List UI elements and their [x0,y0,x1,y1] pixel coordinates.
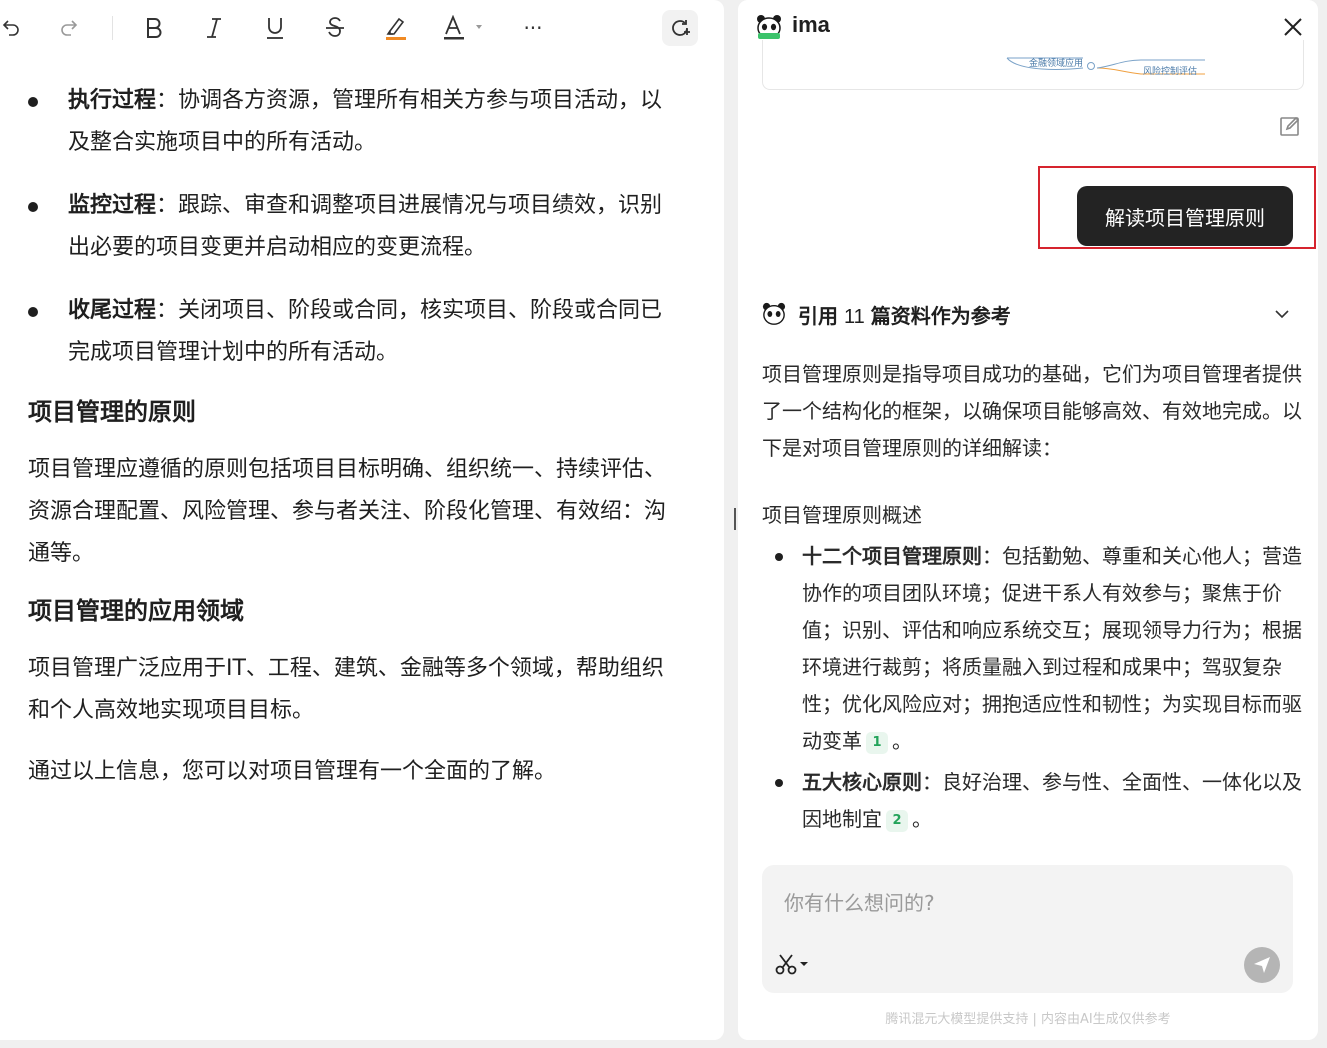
bullet-icon [28,202,38,212]
references-prefix: 引用 [798,303,838,328]
close-icon[interactable] [1282,16,1304,38]
bullet-icon [775,553,783,561]
mindmap-node-dot [1087,62,1095,70]
answer-intro: 项目管理原则是指导项目成功的基础，它们为项目管理者提供了一个结构化的框架，以确保… [762,362,1302,460]
mindmap-node-label: 金融领域应用 [1029,59,1084,69]
list-item-end: 。 [892,729,912,753]
font-color-icon[interactable] [442,10,486,46]
list-item-text: ：包括勤勉、尊重和关心他人；营造协作的项目团队环境；促进干系人有效参与；聚焦于价… [802,544,1302,753]
list-item-title: 五大核心原则 [802,770,922,794]
chat-input-box [762,865,1293,993]
pane-resize-handle[interactable] [734,508,736,530]
toolbar-divider [112,16,113,40]
answer-subtitle: 项目管理原则概述 [762,503,922,527]
chevron-down-icon [1275,310,1289,319]
answer-list: 十二个项目管理原则：包括勤勉、尊重和关心他人；营造协作的项目团队环境；促进干系人… [762,538,1302,838]
ai-panel-header: ima [738,0,1318,40]
strikethrough-icon[interactable] [322,10,348,46]
paragraph-principles: 项目管理应遵循的原则包括项目目标明确、组织统一、持续评估、资源合理配置、风险管理… [28,457,667,566]
list-item: 十二个项目管理原则：包括勤勉、尊重和关心他人；营造协作的项目团队环境；促进干系人… [762,538,1302,760]
mindmap-preview[interactable]: 金融领域应用 风险控制评估 [762,40,1304,90]
bullet-icon [775,779,783,787]
paragraph-fields: 项目管理广泛应用于IT、工程、建筑、金融等多个领域，帮助组织和个人高效地实现项目… [28,656,664,723]
italic-icon[interactable] [202,10,226,46]
edit-note-icon[interactable] [1278,114,1302,138]
ai-panel-title: ima [792,12,830,37]
ai-disclaimer: 腾讯混元大模型提供支持 | 内容由AI生成仅供参考 [885,1012,1171,1027]
undo-icon[interactable] [0,10,22,46]
list-item: 监控过程：跟踪、审查和调整项目进展情况与项目绩效，识别出必要的项目变更并启动相应… [0,185,724,269]
list-item-text: ：关闭项目、阶段或合同，核实项目、阶段或合同已完成项目管理计划中的所有活动。 [68,298,663,365]
highlighter-icon[interactable] [382,10,410,46]
references-toggle[interactable]: 引用 11 篇资料作为参考 [762,298,1292,330]
list-item: 五大核心原则：良好治理、参与性、全面性、一体化以及因地制宜 2。 [762,764,1302,838]
ai-assistant-panel: 金融领域应用 风险控制评估 ima 解读项目管理原则 引用 11 篇资料作为参考 项… [738,0,1318,1040]
send-icon [1254,957,1270,973]
citation-badge[interactable]: 1 [866,732,888,754]
document-content: 执行过程：协调各方资源，管理所有相关方参与项目活动，以及整合实施项目中的所有活动… [0,80,724,812]
section-heading-fields: 项目管理的应用领域 [28,597,244,625]
list-item-title: 收尾过程 [68,298,157,323]
screenshot-tool-button[interactable] [774,951,818,977]
list-item-title: 十二个项目管理原则 [802,544,982,568]
user-message-bubble: 解读项目管理原则 [1077,186,1293,246]
citation-badge[interactable]: 2 [886,810,908,832]
list-item: 收尾过程：关闭项目、阶段或合同，核实项目、阶段或合同已完成项目管理计划中的所有活… [0,290,724,374]
bold-icon[interactable] [142,10,166,46]
references-suffix: 篇资料作为参考 [870,303,1011,328]
references-label: 引用 11 篇资料作为参考 [798,300,1011,329]
underline-icon[interactable] [262,10,288,46]
list-item-end: 。 [912,807,932,831]
panda-icon [762,302,786,325]
section-heading-principles: 项目管理的原则 [28,398,196,426]
redo-icon[interactable] [58,10,80,46]
ima-logo-icon [757,15,781,39]
paragraph-conclusion: 通过以上信息，您可以对项目管理有一个全面的了解。 [28,759,557,784]
ai-answer: 项目管理原则是指导项目成功的基础，它们为项目管理者提供了一个结构化的框架，以确保… [762,356,1302,842]
chat-input[interactable] [784,885,1264,921]
more-icon[interactable]: ··· [520,10,546,46]
list-item-text: ：跟踪、审查和调整项目进展情况与项目绩效，识别出必要的项目变更并启动相应的变更流… [68,193,663,260]
list-item-text: ：协调各方资源，管理所有相关方参与项目活动，以及整合实施项目中的所有活动。 [68,88,663,155]
list-item: 执行过程：协调各方资源，管理所有相关方参与项目活动，以及整合实施项目中的所有活动… [0,80,724,164]
list-item-title: 执行过程 [68,88,157,113]
mindmap-node-label: 风险控制评估 [1143,67,1198,77]
bullet-icon [28,97,38,107]
bullet-icon [28,307,38,317]
document-editor: ··· 执行过程：协调各方资源，管理所有相关方参与项目活动，以及整合实施项目中的… [0,0,724,1040]
scissors-icon [775,954,797,975]
send-button[interactable] [1244,947,1280,983]
format-toolbar: ··· [0,0,724,56]
references-count: 11 [844,305,865,328]
caret-down-icon [800,962,808,966]
list-item-title: 监控过程 [68,193,157,218]
ai-assistant-toggle-icon[interactable] [662,10,698,46]
